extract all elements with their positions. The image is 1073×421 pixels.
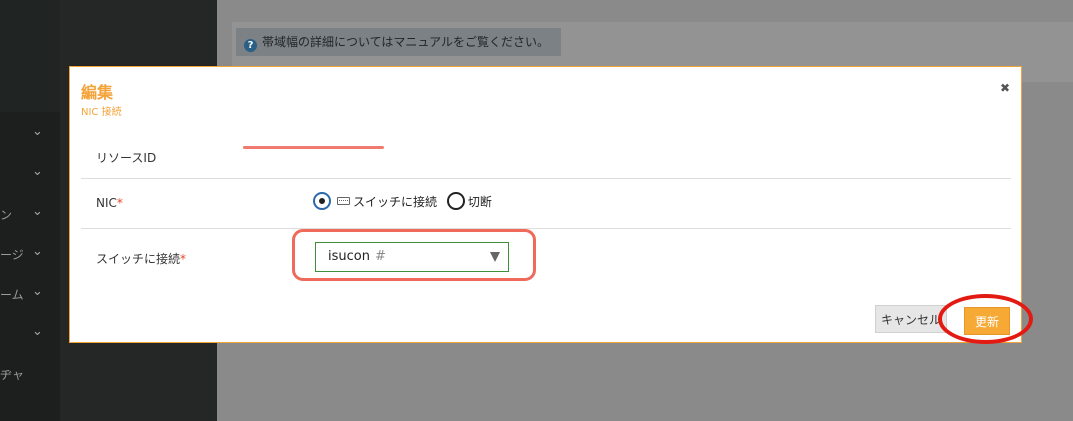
sidebar-item[interactable]: ン ⌄ — [0, 204, 60, 224]
help-icon: ? — [244, 39, 257, 52]
chevron-down-icon: ⌄ — [32, 164, 43, 179]
chevron-down-icon: ⌄ — [32, 244, 43, 259]
nic-radio-group: スイッチに接続 切断 — [313, 192, 492, 214]
switch-label: スイッチに接続* — [96, 252, 187, 266]
radio-connect-switch[interactable] — [313, 192, 331, 210]
radio-label-connect: スイッチに接続 — [353, 194, 438, 209]
chevron-down-icon: ⌄ — [32, 284, 43, 299]
info-notice: ? 帯域幅の詳細についてはマニュアルをご覧ください。 — [236, 28, 561, 56]
switch-row: スイッチに接続* — [81, 228, 1011, 288]
sidebar-item[interactable]: ⌄ — [0, 164, 60, 184]
switch-select-suffix: # — [374, 249, 386, 264]
notice-text: 帯域幅の詳細についてはマニュアルをご覧ください。 — [262, 35, 550, 49]
cancel-button[interactable]: キャンセル — [875, 305, 947, 333]
edit-modal: 編集 NIC 接続 ✖ リソースID NIC* スイッチに接続 切断 スイッチに… — [69, 66, 1022, 343]
dropdown-arrow-icon — [490, 252, 500, 262]
radio-disconnect[interactable] — [446, 192, 465, 210]
chevron-down-icon: ⌄ — [32, 204, 43, 219]
required-mark: * — [180, 252, 187, 266]
switch-select[interactable]: isucon # — [315, 242, 509, 272]
resource-id-label: リソースID — [96, 151, 157, 165]
sidebar-header — [0, 0, 60, 112]
chevron-down-icon: ⌄ — [32, 124, 43, 139]
nic-row: NIC* スイッチに接続 切断 — [81, 178, 1011, 229]
sidebar-item[interactable]: ーム ⌄ — [0, 284, 60, 304]
annotation-circle — [938, 294, 1033, 344]
sidebar-item[interactable]: ⌄ — [0, 324, 60, 344]
radio-label-disconnect: 切断 — [467, 194, 492, 209]
switch-select-value: isucon — [328, 249, 370, 264]
required-mark: * — [116, 196, 123, 210]
modal-title: 編集 — [81, 83, 114, 102]
chevron-down-icon: ⌄ — [32, 324, 43, 339]
resource-id-row: リソースID — [81, 129, 1011, 179]
switch-icon — [337, 197, 350, 205]
close-icon[interactable]: ✖ — [1000, 81, 1010, 95]
nic-label: NIC* — [96, 196, 123, 210]
sidebar-item[interactable]: ージ ⌄ — [0, 244, 60, 264]
modal-subtitle: NIC 接続 — [81, 107, 122, 118]
sidebar-item[interactable]: ヂャ — [0, 364, 60, 384]
annotation-highlight-box: isucon # — [292, 229, 536, 281]
sidebar-item[interactable]: ⌄ — [0, 124, 60, 144]
annotation-underline — [243, 146, 384, 149]
